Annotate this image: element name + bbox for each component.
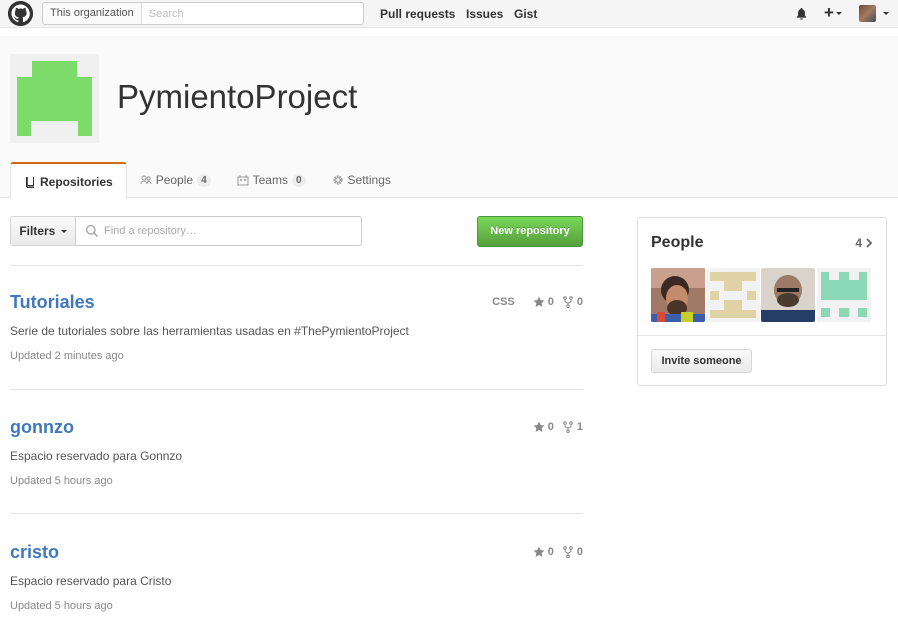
search-icon — [85, 224, 99, 238]
site-search: This organization — [42, 2, 364, 25]
chevron-down-icon — [835, 12, 842, 16]
filters-label: Filters — [19, 224, 56, 238]
repo-description: Serie de tutoriales sobre las herramient… — [10, 324, 409, 338]
stars-link[interactable]: 0 — [533, 421, 554, 433]
forks-count: 1 — [576, 421, 583, 433]
tab-label: Repositories — [40, 174, 113, 189]
repo-stats: 0 1 — [525, 421, 583, 433]
repo-updated: Updated 5 hours ago — [10, 600, 113, 612]
github-logo-icon[interactable] — [8, 1, 33, 26]
find-repository — [75, 216, 362, 246]
divider — [10, 265, 583, 266]
star-icon — [533, 296, 545, 307]
org-tabs: Repositories People 4 Teams 0 Settings — [10, 162, 404, 199]
tab-label: Teams — [252, 173, 288, 187]
nav-gist[interactable]: Gist — [514, 7, 537, 21]
notifications-bell-icon[interactable] — [795, 7, 808, 20]
repo-updated: Updated 5 hours ago — [10, 475, 113, 487]
divider — [10, 513, 583, 514]
new-repository-button[interactable]: New repository — [477, 216, 583, 247]
forks-count: 0 — [576, 546, 583, 558]
repo-stats: CSS 0 0 — [492, 296, 583, 308]
chevron-right-icon — [866, 238, 873, 248]
repo-description: Espacio reservado para Cristo — [10, 574, 172, 588]
star-icon — [533, 546, 545, 557]
scope-label[interactable]: This organization — [43, 3, 142, 24]
nav-issues[interactable]: Issues — [466, 7, 503, 21]
repo-language: CSS — [492, 296, 515, 308]
people-icon — [140, 175, 152, 185]
repo-list-item: Tutoriales CSS 0 0 Serie de tutoriales s… — [10, 292, 583, 372]
member-avatar[interactable] — [651, 268, 705, 322]
fork-icon — [563, 421, 573, 433]
repo-icon — [26, 176, 34, 188]
teams-counter: 0 — [291, 173, 306, 187]
stars-count: 0 — [547, 546, 554, 558]
chevron-down-icon — [60, 230, 67, 234]
fork-icon — [563, 296, 573, 308]
people-count: 4 — [855, 236, 862, 250]
forks-link[interactable]: 1 — [562, 421, 583, 433]
fork-icon — [563, 546, 573, 558]
divider — [638, 335, 886, 336]
repo-updated: Updated 2 minutes ago — [10, 350, 124, 362]
user-avatar[interactable] — [859, 5, 876, 22]
tab-label: People — [155, 173, 194, 187]
repo-stats: 0 0 — [525, 546, 583, 558]
tab-repositories[interactable]: Repositories — [10, 162, 127, 199]
stars-count: 0 — [547, 421, 554, 433]
repo-name-link[interactable]: Tutoriales — [10, 292, 95, 313]
org-header: PymientoProject Repositories People 4 Te… — [0, 36, 898, 199]
tab-label: Settings — [347, 173, 391, 187]
people-box: People 4 Invite someone — [637, 217, 887, 386]
org-avatar — [10, 54, 99, 143]
org-name: PymientoProject — [117, 78, 358, 115]
forks-count: 0 — [576, 296, 583, 308]
chevron-down-icon[interactable] — [883, 12, 889, 15]
filters-button[interactable]: Filters — [10, 216, 76, 246]
member-avatar[interactable] — [761, 268, 815, 322]
nav-pull-requests[interactable]: Pull requests — [380, 7, 455, 21]
repo-list-item: gonnzo 0 1 Espacio reservado para Gonnzo… — [10, 417, 583, 497]
plus-icon: + — [824, 3, 834, 22]
people-title: People — [651, 234, 704, 251]
repo-name-link[interactable]: gonnzo — [10, 417, 74, 438]
stars-count: 0 — [547, 296, 554, 308]
divider — [10, 389, 583, 390]
member-avatar[interactable] — [706, 268, 760, 322]
stars-link[interactable]: 0 — [533, 546, 554, 558]
star-icon — [533, 421, 545, 432]
tab-people[interactable]: People 4 — [127, 162, 224, 198]
forks-link[interactable]: 0 — [562, 546, 583, 558]
header-bar: This organization Pull requests Issues G… — [0, 0, 898, 28]
gear-icon — [332, 175, 343, 185]
teams-icon — [237, 175, 249, 186]
stars-link[interactable]: 0 — [533, 296, 554, 308]
invite-someone-button[interactable]: Invite someone — [651, 349, 752, 373]
repo-name-link[interactable]: cristo — [10, 542, 59, 563]
member-avatar[interactable] — [817, 268, 871, 322]
create-new-button[interactable]: + — [824, 3, 842, 23]
forks-link[interactable]: 0 — [562, 296, 583, 308]
people-count-link[interactable]: 4 — [855, 236, 873, 250]
search-input[interactable] — [141, 3, 363, 24]
find-repository-input[interactable] — [104, 225, 361, 237]
tab-teams[interactable]: Teams 0 — [224, 162, 319, 198]
people-counter: 4 — [197, 173, 211, 187]
repo-description: Espacio reservado para Gonnzo — [10, 449, 183, 463]
repo-list-item: cristo 0 0 Espacio reservado para Cristo… — [10, 542, 583, 622]
tab-settings[interactable]: Settings — [319, 162, 404, 198]
